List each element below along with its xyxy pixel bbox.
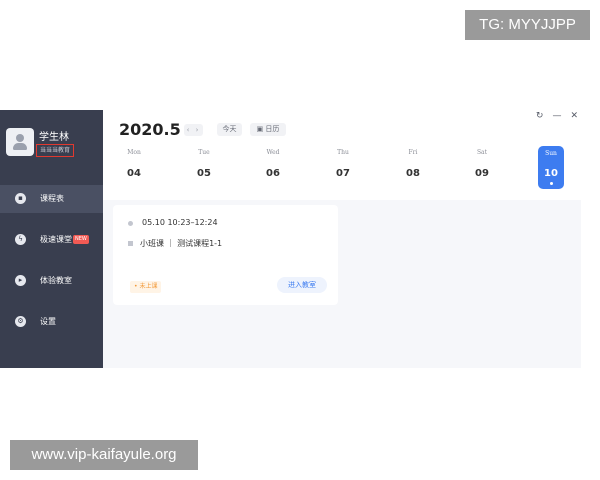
close-icon[interactable]: ✕	[570, 110, 578, 122]
avatar[interactable]	[6, 128, 34, 156]
calendar-icon: ▪	[15, 193, 26, 204]
calendar-button[interactable]: ▣ 日历	[250, 123, 286, 136]
lesson-time: 05.10 10:23–12:24	[142, 218, 218, 227]
schedule-content: 05.10 10:23–12:24 小班课 ｜ 测试课程1-1 • 未上课 进入…	[103, 200, 581, 368]
day-tue[interactable]: Tue 05	[189, 148, 219, 180]
day-name: Tue	[198, 149, 210, 156]
today-button[interactable]: 今天	[217, 123, 242, 136]
status-badge: • 未上课	[130, 281, 162, 293]
enter-classroom-button[interactable]: 进入教室	[277, 277, 327, 293]
minimize-icon[interactable]: —	[552, 110, 561, 122]
day-fri[interactable]: Fri 08	[398, 148, 428, 180]
org-name: 当当当教育	[36, 144, 75, 157]
day-mon[interactable]: Mon 04	[119, 148, 149, 180]
day-name: Sat	[476, 149, 488, 156]
screenshot: TG: MYYJJPP 学生林 当当当教育 ▪ 课程表 ϟ 极速课堂 NEW ▸…	[0, 0, 600, 480]
clock-icon	[128, 221, 133, 226]
day-thu[interactable]: Thu 07	[328, 148, 358, 180]
day-date: 10	[544, 168, 558, 179]
selected-day-dot	[549, 182, 553, 185]
sidebar-item-schedule[interactable]: ▪ 课程表	[0, 185, 103, 213]
day-name: Mon	[127, 149, 141, 156]
day-name: Fri	[408, 149, 418, 156]
sidebar-item-label: 设置	[40, 317, 56, 326]
month-title: 2020.5	[119, 120, 181, 139]
gear-icon: ⚙	[15, 316, 26, 327]
user-icon	[16, 134, 24, 142]
day-sun-selected[interactable]: Sun 10	[538, 146, 564, 189]
app-window: 学生林 当当当教育 ▪ 课程表 ϟ 极速课堂 NEW ▸ 体验教室 ⚙ 设置 ↻…	[0, 110, 600, 368]
lesson-card[interactable]: 05.10 10:23–12:24 小班课 ｜ 测试课程1-1 • 未上课 进入…	[113, 205, 338, 305]
sidebar-item-label: 课程表	[40, 194, 64, 203]
user-profile[interactable]: 学生林 当当当教育	[6, 128, 101, 170]
window-controls: ↻ — ✕	[536, 110, 578, 122]
lightning-icon: ϟ	[15, 234, 26, 245]
day-date: 04	[127, 168, 141, 179]
day-wed[interactable]: Wed 06	[258, 148, 288, 180]
day-name: Thu	[337, 149, 349, 156]
sidebar-item-label: 极速课堂	[40, 235, 72, 244]
new-badge: NEW	[73, 235, 89, 244]
sidebar-item-settings[interactable]: ⚙ 设置	[0, 308, 103, 336]
sidebar-item-fast-class[interactable]: ϟ 极速课堂 NEW	[0, 226, 103, 254]
user-icon-body	[13, 143, 27, 150]
watermark-bottom: www.vip-kaifayule.org	[10, 440, 198, 470]
play-icon: ▸	[15, 275, 26, 286]
course-icon	[128, 241, 133, 246]
watermark-top: TG: MYYJJPP	[465, 10, 590, 40]
day-date: 05	[197, 168, 211, 179]
day-name: Wed	[266, 149, 280, 156]
refresh-icon[interactable]: ↻	[536, 110, 544, 122]
sidebar: 学生林 当当当教育 ▪ 课程表 ϟ 极速课堂 NEW ▸ 体验教室 ⚙ 设置	[0, 110, 103, 368]
day-date: 06	[266, 168, 280, 179]
month-nav-arrows[interactable]: ‹ ›	[184, 124, 203, 136]
sidebar-item-label: 体验教室	[40, 276, 72, 285]
calendar-button-label: 日历	[265, 125, 280, 133]
user-name: 学生林	[39, 132, 69, 143]
day-sat[interactable]: Sat 09	[467, 148, 497, 180]
lesson-title: 小班课 ｜ 测试课程1-1	[140, 239, 223, 248]
sidebar-item-trial-classroom[interactable]: ▸ 体验教室	[0, 267, 103, 295]
day-date: 08	[406, 168, 420, 179]
day-date: 09	[475, 168, 489, 179]
day-date: 07	[336, 168, 350, 179]
day-name: Sun	[545, 150, 557, 157]
